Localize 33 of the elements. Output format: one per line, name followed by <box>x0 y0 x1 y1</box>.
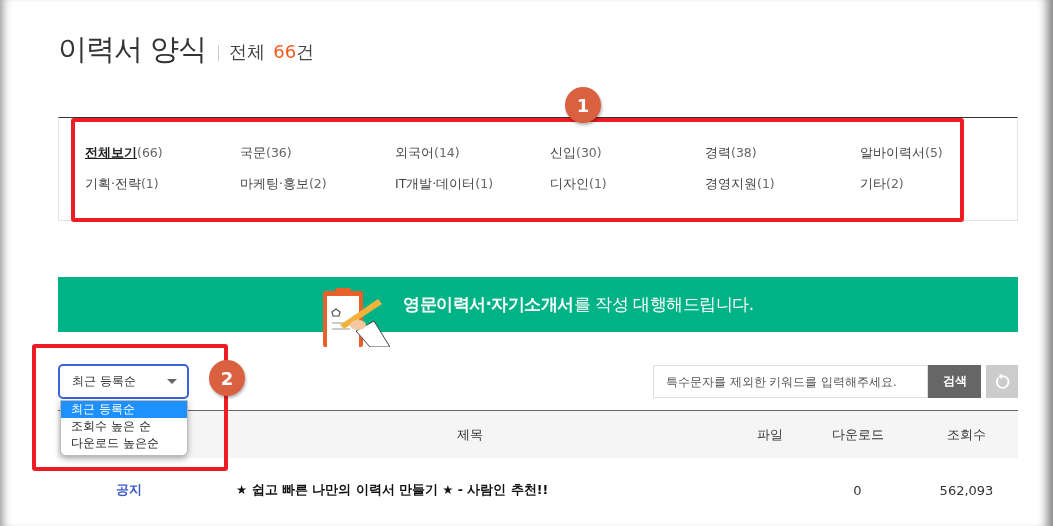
column-header: 제목 <box>456 425 484 444</box>
column-header: 조회수 <box>946 425 987 444</box>
category-link[interactable]: 기타(2) <box>860 176 1015 193</box>
category-link[interactable]: 외국어(14) <box>395 145 550 162</box>
category-link[interactable]: 마케팅·홍보(2) <box>240 176 395 193</box>
table-cell-text: 0 <box>852 482 863 498</box>
refresh-button[interactable] <box>986 365 1018 398</box>
page-title: 이력서 양식 <box>58 31 207 68</box>
total-count: 66건 <box>273 40 315 64</box>
column-header: 파일 <box>756 425 784 444</box>
category-link[interactable]: 경력(38) <box>705 145 860 162</box>
category-link[interactable]: 알바이력서(5) <box>860 145 1015 162</box>
search-button[interactable]: 검색 <box>928 365 981 398</box>
caret-icon <box>167 379 177 384</box>
dropdown-option[interactable]: 다운로드 높은순 <box>61 435 187 452</box>
column-header: 다운로드 <box>830 425 885 444</box>
total-label: 전체 <box>229 40 266 64</box>
category-link[interactable]: 전체보기(66) <box>85 145 240 162</box>
dropdown-option[interactable]: 조회수 높은 순 <box>61 418 187 435</box>
category-link[interactable]: 기획·전략(1) <box>85 176 240 193</box>
table-cell-text: 562,093 <box>938 482 995 498</box>
banner-text: 영문이력서·자기소개서를 작성 대행해드립니다. <box>403 293 754 316</box>
category-link[interactable]: 경영지원(1) <box>705 176 860 193</box>
post-title-link[interactable]: ★ 쉽고 빠른 나만의 이력서 만들기 ★ - 사람인 추천!! <box>200 481 740 499</box>
step-badge: 1 <box>565 87 601 123</box>
category-link[interactable]: 신입(30) <box>550 145 705 162</box>
category-link[interactable]: 국문(36) <box>240 145 395 162</box>
category-link[interactable]: 디자인(1) <box>550 176 705 193</box>
category-link[interactable]: IT개발·데이터(1) <box>395 176 550 193</box>
step-badge: 2 <box>209 360 245 396</box>
notice-label: 공지 <box>115 481 143 499</box>
refresh-icon <box>993 372 1011 391</box>
search-field[interactable]: 특수문자를 제외한 키워드를 입력해주세요. <box>653 365 928 398</box>
